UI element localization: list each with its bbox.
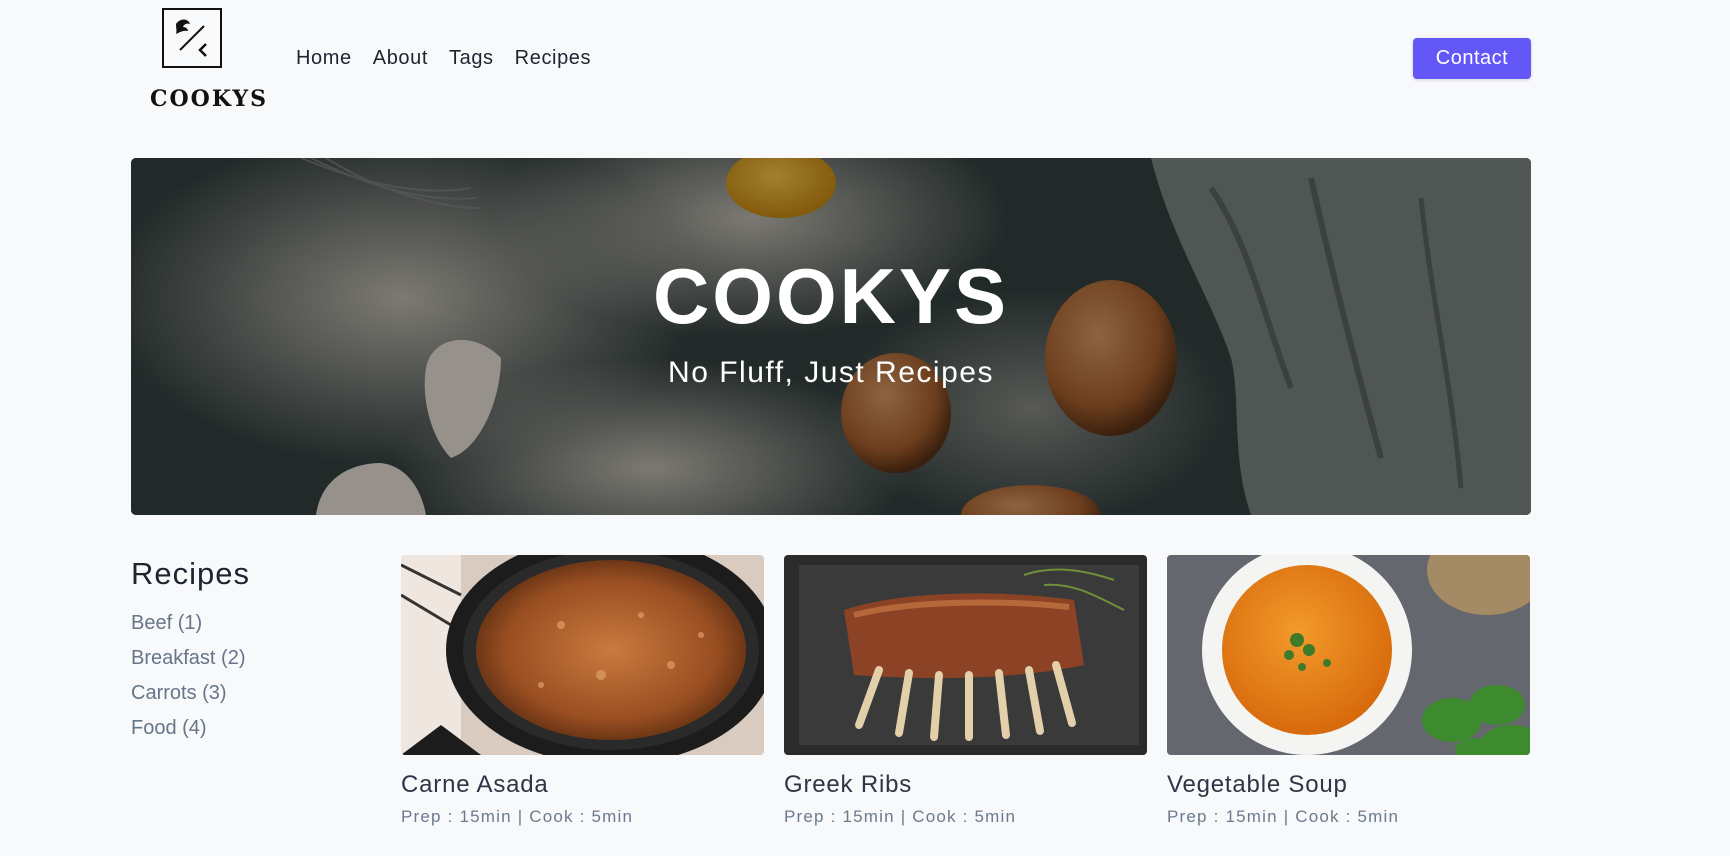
nav-link-recipes[interactable]: Recipes (515, 45, 591, 71)
nav-link-about[interactable]: About (373, 45, 428, 71)
hero-title: COOKYS (652, 252, 1010, 340)
recipe-card-carne-asada[interactable]: Carne Asada Prep : 15min | Cook : 5min (401, 555, 764, 827)
tag-link-breakfast[interactable]: Breakfast (2) (131, 641, 371, 676)
sidebar-title: Recipes (131, 556, 250, 591)
nav-link-home[interactable]: Home (296, 45, 352, 71)
recipe-card-vegetable-soup[interactable]: Vegetable Soup Prep : 15min | Cook : 5mi… (1167, 555, 1530, 827)
site-logo[interactable]: COOKYS (150, 6, 268, 112)
tag-link-food[interactable]: Food (4) (131, 711, 371, 746)
recipe-cards: Carne Asada Prep : 15min | Cook : 5min G… (401, 555, 1530, 827)
logo-mark-icon (162, 8, 222, 68)
contact-button[interactable]: Contact (1413, 38, 1531, 79)
recipe-title: Greek Ribs (784, 771, 913, 798)
nav-links: Home About Tags Recipes (296, 45, 591, 71)
logo-text: COOKYS (150, 86, 268, 112)
hero-banner: COOKYS No Fluff, Just Recipes (131, 158, 1531, 515)
tag-link-carrots[interactable]: Carrots (3) (131, 676, 371, 711)
recipe-meta: Prep : 15min | Cook : 5min (1167, 807, 1400, 826)
recipe-meta: Prep : 15min | Cook : 5min (784, 807, 1017, 826)
tag-link-beef[interactable]: Beef (1) (131, 606, 371, 641)
recipe-image-vegetable-soup (1167, 555, 1530, 755)
tag-list: Beef (1) Breakfast (2) Carrots (3) Food … (131, 606, 371, 746)
recipe-title: Vegetable Soup (1167, 771, 1348, 798)
recipe-title: Carne Asada (401, 771, 549, 798)
recipes-sidebar: Recipes Beef (1) Breakfast (2) Carrots (… (131, 556, 371, 746)
hero-subtitle: No Fluff, Just Recipes (668, 356, 994, 389)
recipe-image-carne-asada (401, 555, 764, 755)
recipe-meta: Prep : 15min | Cook : 5min (401, 807, 634, 826)
navbar: COOKYS Home About Tags Recipes Contact (0, 0, 1730, 120)
recipe-image-greek-ribs (784, 555, 1147, 755)
nav-link-tags[interactable]: Tags (449, 45, 494, 71)
recipe-card-greek-ribs[interactable]: Greek Ribs Prep : 15min | Cook : 5min (784, 555, 1147, 827)
